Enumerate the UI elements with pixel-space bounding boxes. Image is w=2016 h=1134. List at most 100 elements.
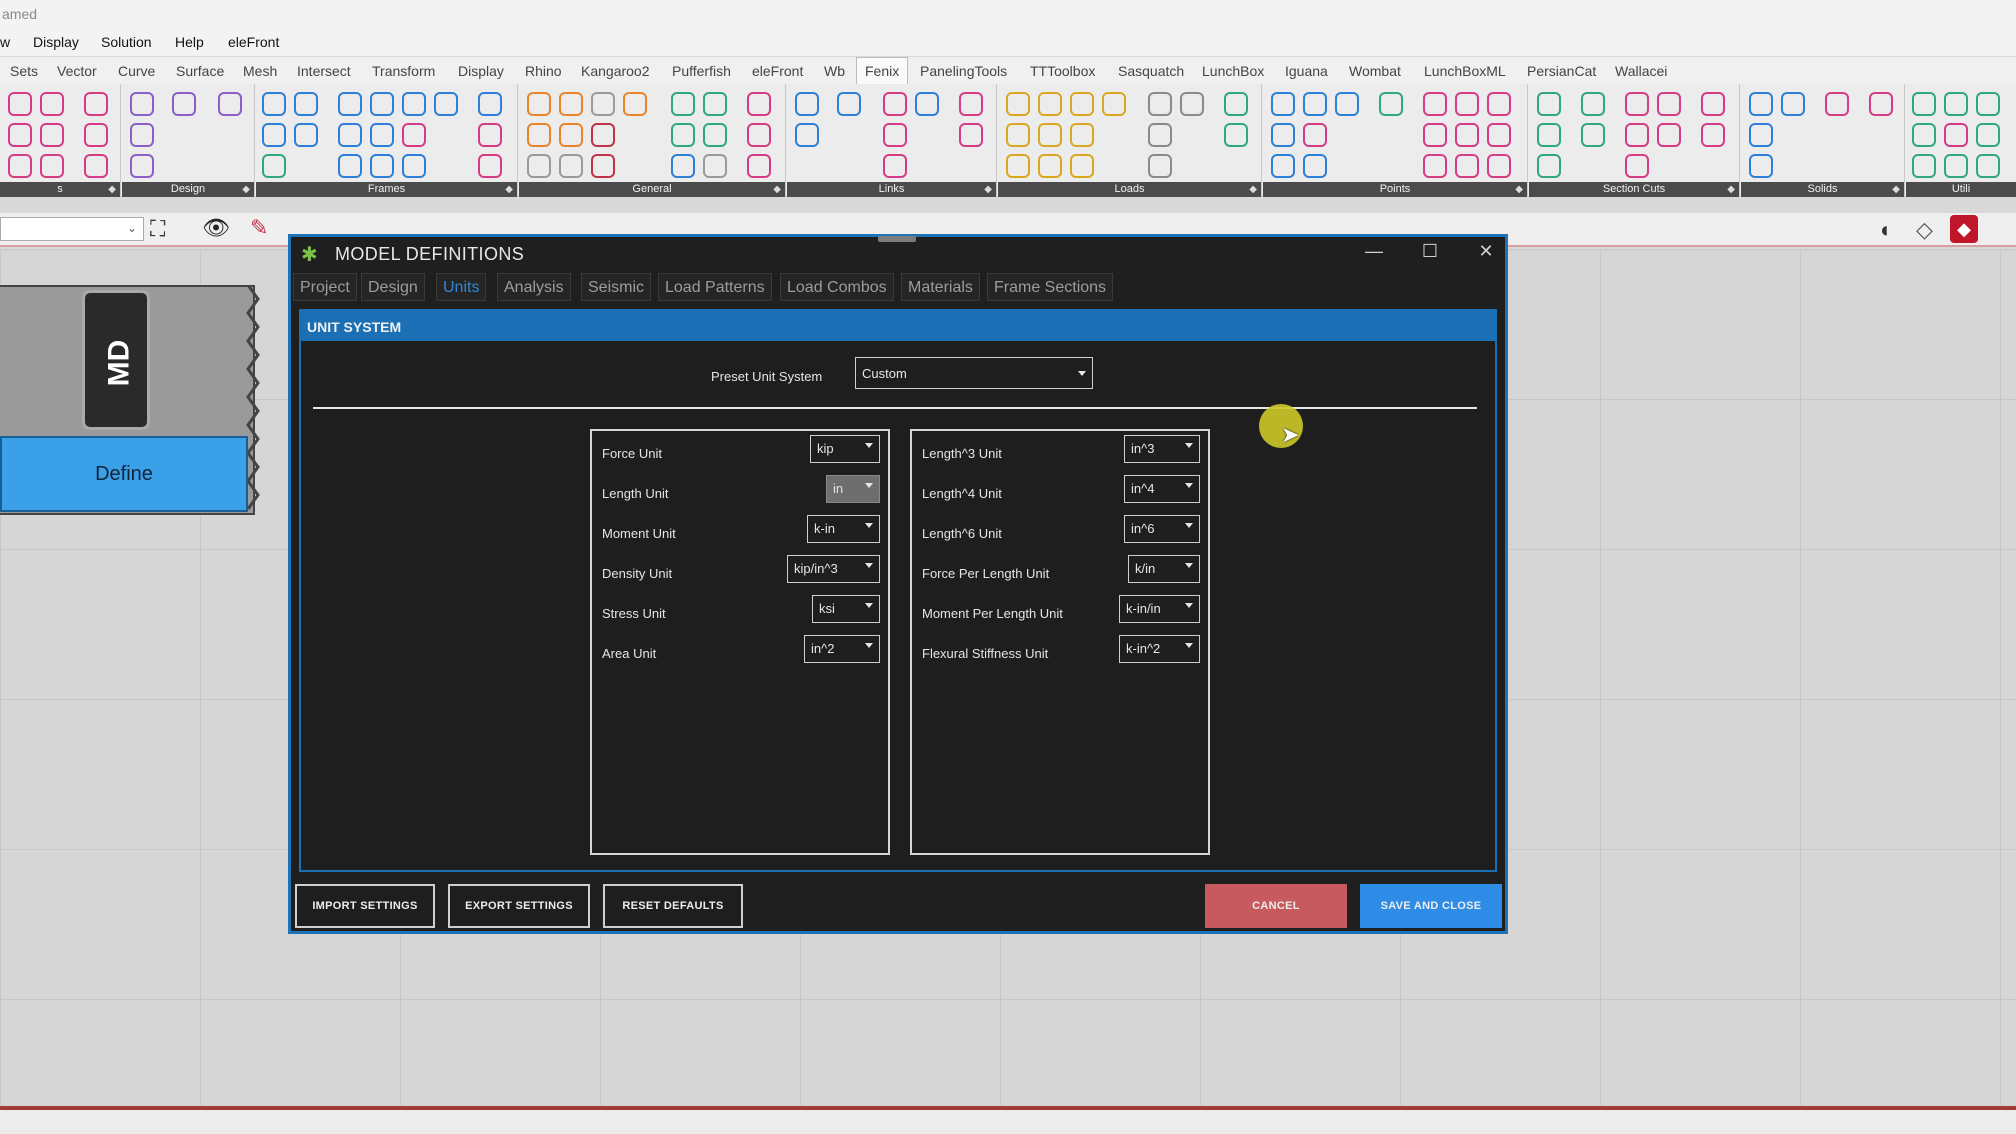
- component-icon[interactable]: [8, 92, 32, 116]
- component-icon[interactable]: [1271, 123, 1295, 147]
- component-icon[interactable]: [84, 92, 108, 116]
- component-icon[interactable]: [262, 92, 286, 116]
- sketch-pen-icon[interactable]: ✎: [250, 215, 268, 241]
- force-unit-select[interactable]: kip: [810, 435, 880, 463]
- component-icon[interactable]: [1038, 123, 1062, 147]
- component-icon[interactable]: [795, 92, 819, 116]
- component-icon[interactable]: [1944, 154, 1968, 178]
- moment-unit-select[interactable]: k-in: [807, 515, 880, 543]
- export-settings-button[interactable]: EXPORT SETTINGS: [448, 884, 590, 928]
- component-icon[interactable]: [262, 154, 286, 178]
- component-icon[interactable]: [559, 92, 583, 116]
- component-icon[interactable]: [959, 123, 983, 147]
- component-icon[interactable]: [294, 123, 318, 147]
- component-icon[interactable]: [1070, 123, 1094, 147]
- component-icon[interactable]: [1102, 92, 1126, 116]
- component-icon[interactable]: [1537, 123, 1561, 147]
- ribbon-tab-iguana[interactable]: Iguana: [1285, 63, 1328, 79]
- length4-unit-select[interactable]: in^4: [1124, 475, 1200, 503]
- component-icon[interactable]: [172, 92, 196, 116]
- menu-item-solution[interactable]: Solution: [101, 34, 152, 50]
- component-icon[interactable]: [1657, 92, 1681, 116]
- ribbon-tab-sasquatch[interactable]: Sasquatch: [1118, 63, 1184, 79]
- component-icon[interactable]: [1455, 123, 1479, 147]
- component-icon[interactable]: [1006, 123, 1030, 147]
- component-icon[interactable]: [1487, 154, 1511, 178]
- component-icon[interactable]: [1303, 92, 1327, 116]
- component-icon[interactable]: [1423, 154, 1447, 178]
- component-icon[interactable]: [883, 154, 907, 178]
- component-icon[interactable]: [370, 123, 394, 147]
- tab-frame-sections[interactable]: Frame Sections: [987, 273, 1114, 301]
- component-icon[interactable]: [1976, 154, 2000, 178]
- tab-load-combos[interactable]: Load Combos: [780, 273, 894, 301]
- component-icon[interactable]: [591, 154, 615, 178]
- menu-item-help[interactable]: Help: [175, 34, 204, 50]
- component-icon[interactable]: [1303, 154, 1327, 178]
- component-icon[interactable]: [747, 123, 771, 147]
- reset-defaults-button[interactable]: RESET DEFAULTS: [603, 884, 743, 928]
- ribbon-tab-vector[interactable]: Vector: [57, 63, 97, 79]
- menu-item-w[interactable]: w: [0, 34, 10, 50]
- ribbon-tab-wb[interactable]: Wb: [824, 63, 845, 79]
- ribbon-tab-rhino[interactable]: Rhino: [525, 63, 562, 79]
- component-icon[interactable]: [1944, 123, 1968, 147]
- tab-load-patterns[interactable]: Load Patterns: [658, 273, 772, 301]
- tab-design[interactable]: Design: [361, 273, 425, 301]
- component-icon[interactable]: [478, 123, 502, 147]
- preset-unit-system-select[interactable]: Custom: [855, 357, 1093, 389]
- component-icon[interactable]: [623, 92, 647, 116]
- tab-units[interactable]: Units: [436, 273, 487, 301]
- component-icon[interactable]: [527, 123, 551, 147]
- component-icon[interactable]: [40, 154, 64, 178]
- component-icon[interactable]: [1749, 123, 1773, 147]
- ribbon-tab-tttoolbox[interactable]: TTToolbox: [1030, 63, 1095, 79]
- component-icon[interactable]: [338, 154, 362, 178]
- length-unit-select[interactable]: in: [826, 475, 880, 503]
- define-button[interactable]: Define: [0, 436, 248, 512]
- tab-seismic[interactable]: Seismic: [581, 273, 652, 301]
- component-icon[interactable]: [218, 92, 242, 116]
- ribbon-tab-lunchboxml[interactable]: LunchBoxML: [1424, 63, 1506, 79]
- component-icon[interactable]: [671, 123, 695, 147]
- component-icon[interactable]: [883, 123, 907, 147]
- length6-unit-select[interactable]: in^6: [1124, 515, 1200, 543]
- component-icon[interactable]: [8, 123, 32, 147]
- stress-unit-select[interactable]: ksi: [812, 595, 880, 623]
- ribbon-tab-elefront[interactable]: eleFront: [752, 63, 803, 79]
- moment-per-length-unit-select[interactable]: k-in/in: [1119, 595, 1200, 623]
- ribbon-tab-sets[interactable]: Sets: [10, 63, 38, 79]
- component-icon[interactable]: [1487, 123, 1511, 147]
- component-icon[interactable]: [1423, 123, 1447, 147]
- component-icon[interactable]: [1038, 92, 1062, 116]
- component-icon[interactable]: [703, 92, 727, 116]
- ribbon-tab-panelingtools[interactable]: PanelingTools: [920, 63, 1007, 79]
- component-icon[interactable]: [1912, 123, 1936, 147]
- component-icon[interactable]: [703, 123, 727, 147]
- component-icon[interactable]: [1581, 92, 1605, 116]
- component-icon[interactable]: [915, 92, 939, 116]
- component-icon[interactable]: [1303, 123, 1327, 147]
- component-icon[interactable]: [837, 92, 861, 116]
- component-icon[interactable]: [527, 92, 551, 116]
- component-icon[interactable]: [1487, 92, 1511, 116]
- component-icon[interactable]: [1625, 123, 1649, 147]
- ribbon-tab-wallacei[interactable]: Wallacei: [1615, 63, 1667, 79]
- component-icon[interactable]: [1625, 154, 1649, 178]
- ribbon-tab-pufferfish[interactable]: Pufferfish: [672, 63, 731, 79]
- eye-icon[interactable]: 👁: [202, 215, 230, 241]
- close-icon[interactable]: ✕: [1471, 241, 1501, 262]
- component-icon[interactable]: [402, 92, 426, 116]
- component-icon[interactable]: [370, 154, 394, 178]
- component-icon[interactable]: [1180, 92, 1204, 116]
- component-icon[interactable]: [671, 92, 695, 116]
- component-icon[interactable]: [1657, 123, 1681, 147]
- component-icon[interactable]: [1944, 92, 1968, 116]
- minimize-icon[interactable]: —: [1359, 241, 1389, 262]
- component-icon[interactable]: [559, 123, 583, 147]
- tab-materials[interactable]: Materials: [901, 273, 980, 301]
- component-icon[interactable]: [1825, 92, 1849, 116]
- component-icon[interactable]: [747, 154, 771, 178]
- cancel-button[interactable]: CANCEL: [1205, 884, 1347, 928]
- component-icon[interactable]: [1749, 154, 1773, 178]
